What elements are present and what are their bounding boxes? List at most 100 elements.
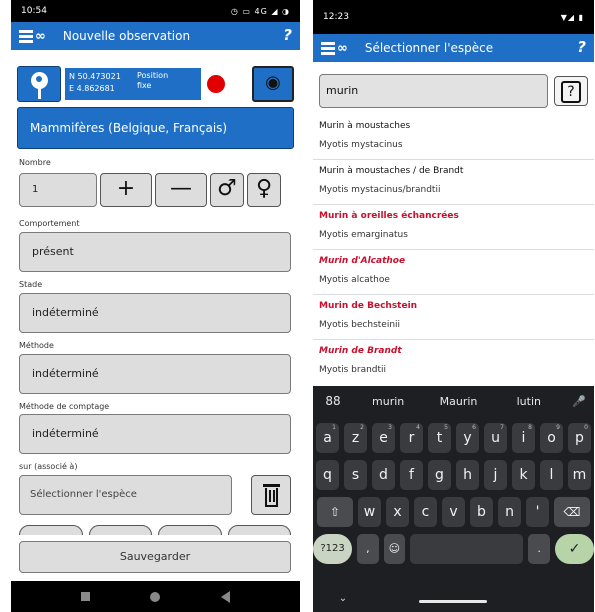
gesture-handle[interactable] [419,600,487,603]
comma-key[interactable]: , [357,534,379,564]
counting-method-select[interactable]: indéterminé [19,414,291,454]
common-name: Murin à oreilles échancrées [319,211,459,221]
shift-key[interactable]: ⇧ [317,497,353,527]
method-label: Méthode [19,341,54,350]
enter-key[interactable]: ✓ [554,534,594,564]
soft-keyboard: 88 murin Maurin lutin 🎤 a1 z2 e3 r4 t5 y… [313,386,594,612]
space-key[interactable] [410,534,524,564]
key[interactable]: x [386,497,409,527]
backspace-key[interactable]: ⌫ [554,497,590,527]
suggestion[interactable]: Maurin [423,395,493,408]
increment-button[interactable]: + [100,173,152,207]
list-item[interactable]: Murin d'Alcathoe Myotis alcathoe [313,250,594,295]
help-icon[interactable]: ? [577,38,586,56]
female-button[interactable]: ♀ [247,173,281,207]
suggestion[interactable]: murin [353,395,423,408]
partially-visible-buttons [19,525,291,535]
key[interactable]: b [470,497,493,527]
list-item[interactable]: Murin à oreilles échancrées Myotis emarg… [313,205,594,250]
menu-button[interactable]: ∞ [19,29,46,44]
counting-method-label: Méthode de comptage [19,402,110,411]
microphone-icon[interactable]: 🎤 [564,395,594,408]
key[interactable]: a1 [316,423,339,453]
help-icon[interactable]: ? [283,26,292,44]
key[interactable]: ' [526,497,549,527]
recents-icon[interactable] [81,592,91,601]
key[interactable]: w [358,497,381,527]
key[interactable]: u7 [484,423,507,453]
delete-association-button[interactable] [251,475,291,515]
list-item[interactable]: Murin à moustaches / de Brandt Myotis my… [313,160,594,205]
observation-screen: 10:54 ◷ ▭ 4G ◢ ◑ ∞ Nouvelle observation … [11,0,300,612]
latin-name: Myotis emarginatus [319,230,408,240]
species-results-list: Murin à moustaches Myotis mystacinus Mur… [313,115,594,385]
key[interactable]: j [484,460,507,490]
method-select[interactable]: indéterminé [19,354,291,394]
list-item[interactable]: Murin de Brandt Myotis brandtii [313,340,594,385]
hide-keyboard-icon[interactable]: ⌄ [313,593,373,604]
gps-status-dot [207,75,225,93]
numbers-key[interactable]: ?123 [313,534,353,564]
count-input[interactable]: 1 [19,173,97,207]
count-row: 1 + — ♂ ♀ [19,173,291,207]
question-mark-icon: ? [561,81,581,103]
latin-name: Myotis mystacinus/brandtii [319,185,441,195]
key-row-4: ?123 , ☺ . ✓ [313,534,594,564]
key[interactable]: k [512,460,535,490]
unknown-species-button[interactable]: ? [554,76,588,106]
count-label: Nombre [19,158,51,167]
stage-label: Stade [19,280,43,289]
associated-species-select[interactable]: Sélectionner l'espèce [19,475,232,515]
list-item[interactable]: Murin de Bechstein Myotis bechsteinii [313,295,594,340]
key-row-2: q s d f g h j k l m [313,460,594,490]
key[interactable]: n [498,497,521,527]
latin-name: Myotis alcathoe [319,275,390,285]
key[interactable]: e3 [372,423,395,453]
menu-button[interactable]: ∞ [321,41,348,56]
key[interactable]: v [442,497,465,527]
species-group-selector[interactable]: Mammifères (Belgique, Français) [17,107,294,149]
key[interactable]: p0 [568,423,591,453]
key[interactable]: o9 [540,423,563,453]
key[interactable]: z2 [344,423,367,453]
key[interactable]: y6 [456,423,479,453]
key[interactable]: f [400,460,423,490]
key[interactable]: s [344,460,367,490]
suggestion[interactable]: lutin [494,395,564,408]
associated-label: sur (associé à) [19,462,78,471]
key[interactable]: l [540,460,563,490]
key[interactable]: h [456,460,479,490]
apps-grid-icon[interactable]: 88 [313,394,353,408]
coordinates-display: N 50.473021 E 4.862681 Position fixe [65,68,201,100]
decrement-button[interactable]: — [155,173,207,207]
key[interactable]: m [568,460,591,490]
save-button[interactable]: Sauvegarder [19,541,291,573]
period-key[interactable]: . [528,534,550,564]
map-location-button[interactable]: ◉ [252,66,294,102]
home-icon[interactable] [150,591,161,602]
app-bar: ∞ Sélectionner l'espèce ? [313,34,594,62]
gps-pin-button[interactable] [17,66,61,102]
key[interactable]: i8 [512,423,535,453]
status-icons: ◷ ▭ 4G ◢ ◑ [230,6,290,16]
key[interactable]: t5 [428,423,451,453]
behavior-select[interactable]: présent [19,232,291,272]
stage-select[interactable]: indéterminé [19,293,291,333]
back-icon[interactable] [220,590,230,603]
key[interactable]: g [428,460,451,490]
emoji-icon[interactable]: ☺ [383,534,406,564]
key[interactable]: q [316,460,339,490]
trash-icon [263,484,280,487]
common-name: Murin à moustaches [319,121,411,131]
key-row-3: ⇧ w x c v b n ' ⌫ [313,497,594,527]
key[interactable]: c [414,497,437,527]
list-item[interactable]: Murin à moustaches Myotis mystacinus [313,115,594,160]
app-bar: ∞ Nouvelle observation ? [11,22,300,50]
key[interactable]: r4 [400,423,423,453]
search-row: murin ? [319,74,588,108]
male-button[interactable]: ♂ [210,173,244,207]
page-title: Nouvelle observation [62,29,191,43]
species-search-input[interactable]: murin [319,74,548,108]
key[interactable]: d [372,460,395,490]
keyboard-nav: ⌄ [313,584,594,612]
